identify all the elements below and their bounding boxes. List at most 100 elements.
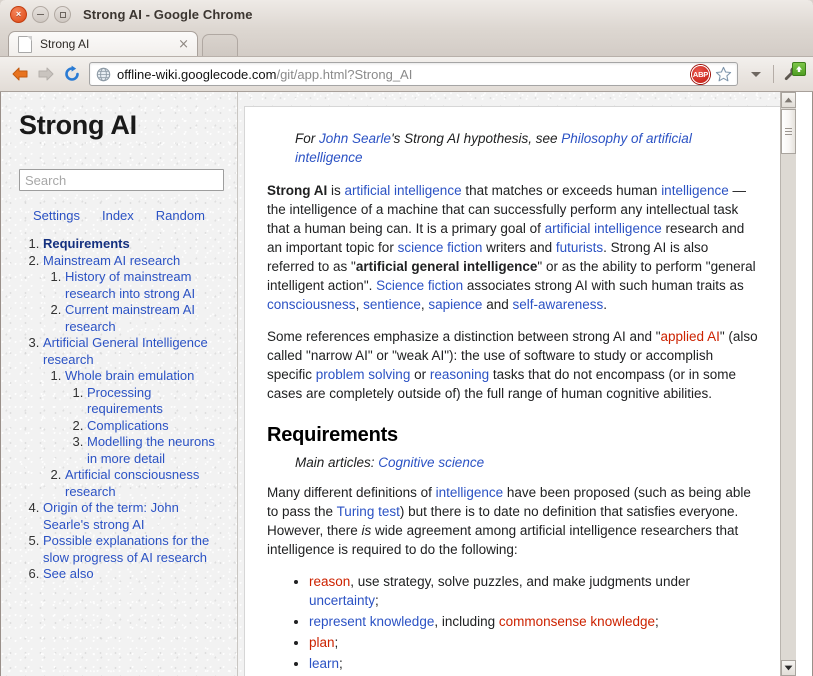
link-cognitive-science[interactable]: Cognitive science [378,455,484,470]
vertical-scrollbar[interactable] [780,92,796,676]
chevron-down-icon[interactable] [744,62,768,86]
toc-link-see-also[interactable]: See also [43,566,94,581]
page-title: Strong AI [19,110,137,140]
toc-link-complications[interactable]: Complications [87,418,169,433]
sidebar-item-random[interactable]: Random [156,208,205,223]
scrollbar-track[interactable] [781,108,796,660]
text: ; [375,593,379,608]
address-bar[interactable]: offline-wiki.googlecode.com/git/app.html… [89,62,738,86]
link-turing-test[interactable]: Turing test [337,504,400,519]
text: ; [654,614,659,629]
main-articles-note: Main articles: Cognitive science [295,453,759,472]
forward-arrow-icon [33,61,59,87]
sidebar-nav-links: Settings Index Random [19,208,223,223]
tab-strong-ai[interactable]: Strong AI × [8,31,198,56]
scroll-up-button[interactable] [781,92,796,108]
toc-link-modelling-the-neurons-in-more-detail[interactable]: Modelling the neurons in more detail [87,434,215,466]
term-strong-ai: Strong AI [267,183,328,198]
toc-link-possible-explanations-for-the-slow-progress-of-ai-research[interactable]: Possible explanations for the slow progr… [43,533,209,565]
scrollbar-thumb[interactable] [781,109,796,154]
minimize-window-button[interactable] [32,6,49,23]
toolbar-divider [773,65,774,83]
window-controls: × [10,6,71,23]
adblock-plus-icon[interactable]: ABP [691,64,710,84]
hatnote-mid: 's Strong AI hypothesis, see [391,131,562,146]
requirements-list: reason, use strategy, solve puzzles, and… [267,572,759,676]
url-path: /git/app.html?Strong_AI [276,66,413,82]
requirements-paragraph: Many different definitions of intelligen… [267,483,759,559]
toc-item: Mainstream AI researchHistory of mainstr… [43,253,223,336]
emphasis-is: is [361,523,372,538]
table-of-contents: Requirements Mainstream AI researchHistor… [19,236,223,583]
sidebar-item-index[interactable]: Index [102,208,134,223]
lead-paragraph: Strong AI is artificial intelligence tha… [267,181,759,314]
toc-item: History of mainstream research into stro… [65,269,223,302]
grip-line [785,134,792,135]
toc-item: Artificial General Intelligence research… [43,335,223,500]
toc-link-whole-brain-emulation[interactable]: Whole brain emulation [65,368,194,383]
toc-item: Requirements [43,236,223,253]
link-john-searle[interactable]: John Searle [319,131,391,146]
maximize-window-button[interactable] [54,6,71,23]
link-consciousness[interactable]: consciousness [267,297,356,312]
link-uncertainty[interactable]: uncertainty [309,593,375,608]
globe-icon [96,67,111,81]
link-sapience[interactable]: sapience [428,297,482,312]
toc-item: Complications [87,418,223,435]
reload-icon[interactable] [59,61,85,87]
list-item: reason, use strategy, solve puzzles, and… [309,572,759,610]
toolbar-right [744,62,806,86]
toc-link-requirements[interactable]: Requirements [43,236,130,251]
toc-sublist: History of mainstream research into stro… [45,269,223,335]
link-problem-solving[interactable]: problem solving [316,367,411,382]
browser-window: × Strong AI - Google Chrome Strong AI × [0,0,813,676]
toc-link-processing-requirements[interactable]: Processing requirements [87,385,163,417]
toc-link-artificial-general-intelligence-research[interactable]: Artificial General Intelligence research [43,335,208,367]
link-artificial-intelligence-2[interactable]: artificial intelligence [545,221,662,236]
close-icon[interactable]: × [178,38,189,51]
text: , [355,297,364,312]
link-artificial-intelligence[interactable]: artificial intelligence [345,183,462,198]
list-item: represent knowledge, including commonsen… [309,612,759,631]
back-arrow-icon[interactable] [7,61,33,87]
text: , use strategy, solve puzzles, and make … [350,574,690,589]
link-learn[interactable]: learn [309,656,339,671]
update-arrow-icon[interactable] [792,62,806,76]
toc-link-mainstream-ai-research[interactable]: Mainstream AI research [43,253,180,268]
link-represent-knowledge[interactable]: represent knowledge [309,614,434,629]
toc-sublist: Whole brain emulation Processing requirem… [45,368,223,500]
scroll-down-button[interactable] [781,660,796,676]
chrome-menu-button[interactable] [779,62,806,86]
main-articles-label: Main articles: [295,455,379,470]
text: ; [334,635,339,650]
close-window-button[interactable]: × [10,6,27,23]
link-plan[interactable]: plan [309,635,335,650]
link-reasoning[interactable]: reasoning [430,367,489,382]
text: associates strong AI with such human tra… [463,278,744,293]
toc-link-artificial-consciousness-research[interactable]: Artificial consciousness research [65,467,199,499]
link-intelligence-2[interactable]: intelligence [436,485,504,500]
toc-item: Modelling the neurons in more detail [87,434,223,467]
web-page: Strong AI Settings Index Random Requirem… [1,92,796,676]
toc-link-history-of-mainstream-research-into-strong-ai[interactable]: History of mainstream research into stro… [65,269,195,301]
toc-item: Artificial consciousness research [65,467,223,500]
link-commonsense-knowledge[interactable]: commonsense knowledge [499,614,655,629]
search-input[interactable] [19,169,224,191]
new-tab-button[interactable] [202,34,238,57]
link-reason[interactable]: reason [309,574,350,589]
text: that matches or exceeds human [461,183,662,198]
star-icon [715,66,732,81]
toc-item: Origin of the term: John Searle's strong… [43,500,223,533]
sidebar-item-settings[interactable]: Settings [33,208,80,223]
toc-link-current-mainstream-ai-research[interactable]: Current mainstream AI research [65,302,195,334]
link-sentience[interactable]: sentience [363,297,421,312]
text: Some references emphasize a distinction … [267,329,661,344]
link-science-fiction-2[interactable]: Science fiction [376,278,463,293]
toc-link-origin-of-the-term-john-searle-s-strong-ai[interactable]: Origin of the term: John Searle's strong… [43,500,179,532]
link-science-fiction[interactable]: science fiction [398,240,483,255]
text: , including [434,614,499,629]
link-intelligence[interactable]: intelligence [661,183,729,198]
link-self-awareness[interactable]: self-awareness [512,297,603,312]
link-futurists[interactable]: futurists [556,240,603,255]
link-applied-ai[interactable]: applied AI [661,329,720,344]
